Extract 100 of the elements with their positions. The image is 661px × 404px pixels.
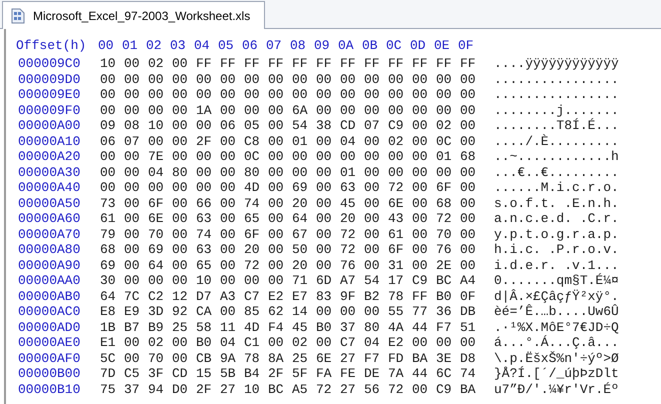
hex-byte: 50 bbox=[292, 242, 309, 258]
hex-byte: 00 bbox=[412, 196, 429, 211]
column-header: 00 bbox=[98, 38, 115, 52]
hex-byte: 2F bbox=[268, 366, 285, 382]
hex-byte: 00 bbox=[172, 87, 189, 102]
hex-byte: 00 bbox=[412, 242, 429, 258]
hex-byte: 00 bbox=[268, 335, 285, 350]
hex-byte: 00 bbox=[460, 87, 477, 102]
hex-byte: 00 bbox=[316, 102, 333, 118]
hex-byte: 69 bbox=[148, 242, 165, 258]
hex-byte: 00 bbox=[148, 273, 165, 288]
hex-byte: 74 bbox=[196, 226, 213, 242]
hex-byte: 00 bbox=[220, 304, 237, 320]
hex-byte: FF bbox=[196, 56, 213, 72]
hex-byte: FF bbox=[364, 56, 381, 72]
hex-byte: 94 bbox=[148, 382, 165, 397]
hex-byte: D8 bbox=[460, 350, 477, 366]
hex-byte: 00 bbox=[460, 102, 477, 118]
hex-byte: E9 bbox=[124, 304, 141, 320]
hex-byte: 00 bbox=[268, 102, 285, 118]
hex-byte: 00 bbox=[268, 72, 285, 87]
hex-byte: 00 bbox=[388, 102, 405, 118]
offset-label: 000009E0 bbox=[17, 87, 82, 102]
hex-byte: 00 bbox=[316, 304, 333, 320]
hex-byte: 00 bbox=[172, 226, 189, 242]
hex-byte: A5 bbox=[292, 382, 309, 397]
hex-byte: B9 bbox=[148, 320, 165, 335]
offset-label: 00000A90 bbox=[17, 258, 82, 273]
ascii-text: èé=’Ê.…b....Uw6Û bbox=[493, 304, 619, 320]
hex-byte: 00 bbox=[268, 164, 285, 180]
offset-label: 000009D0 bbox=[17, 72, 82, 87]
hex-byte: 00 bbox=[460, 196, 477, 211]
column-header: 02 bbox=[146, 38, 163, 52]
hex-byte: 04 bbox=[148, 164, 165, 180]
hex-byte: 10 bbox=[196, 273, 213, 288]
hex-byte: 00 bbox=[460, 211, 477, 226]
column-header: 0E bbox=[434, 38, 451, 52]
ascii-text: a.n.c.e.d. .C.r. bbox=[493, 211, 619, 226]
offset-label: 00000B00 bbox=[17, 366, 82, 382]
hex-byte: 00 bbox=[124, 350, 141, 366]
hex-byte: 80 bbox=[172, 164, 189, 180]
hex-byte: 6F bbox=[388, 242, 405, 258]
hex-byte: 00 bbox=[124, 196, 141, 211]
hex-byte: 00 bbox=[196, 87, 213, 102]
offset-label: 00000B10 bbox=[17, 382, 82, 397]
hex-byte: 27 bbox=[340, 382, 357, 397]
hex-byte: 00 bbox=[148, 72, 165, 87]
offset-label: 00000AF0 bbox=[17, 350, 82, 366]
hex-byte: DB bbox=[460, 304, 477, 320]
hex-byte: 00 bbox=[124, 335, 141, 350]
hex-byte: 04 bbox=[340, 134, 357, 149]
hex-byte: FF bbox=[244, 56, 261, 72]
hex-byte: 00 bbox=[148, 134, 165, 149]
ascii-text: ................ bbox=[493, 87, 619, 102]
hex-byte: 00 bbox=[412, 87, 429, 102]
hex-byte: 09 bbox=[100, 118, 117, 134]
hex-byte: 37 bbox=[340, 320, 357, 335]
hex-byte: 12 bbox=[172, 288, 189, 304]
hex-byte: 00 bbox=[196, 118, 213, 134]
hex-byte: 20 bbox=[292, 196, 309, 211]
hex-byte: 9F bbox=[340, 288, 357, 304]
hex-byte: 00 bbox=[148, 87, 165, 102]
hex-byte: 72 bbox=[388, 180, 405, 196]
file-tab[interactable]: Microsoft_Excel_97-2003_Worksheet.xls bbox=[2, 1, 266, 29]
offset-label: 00000A60 bbox=[17, 211, 82, 226]
hex-byte: 00 bbox=[220, 102, 237, 118]
hex-byte: 00 bbox=[268, 211, 285, 226]
hex-byte: 00 bbox=[172, 180, 189, 196]
hex-byte: 00 bbox=[340, 149, 357, 164]
hex-byte: 00 bbox=[388, 87, 405, 102]
column-header: 08 bbox=[290, 38, 307, 52]
hex-byte: 02 bbox=[148, 56, 165, 72]
offset-label: 00000A80 bbox=[17, 242, 82, 258]
hex-byte: 00 bbox=[100, 180, 117, 196]
hex-byte: A3 bbox=[220, 288, 237, 304]
hex-byte: E7 bbox=[292, 288, 309, 304]
hex-byte: F7 bbox=[364, 350, 381, 366]
hex-byte: 00 bbox=[172, 196, 189, 211]
hex-byte: 00 bbox=[388, 149, 405, 164]
hex-byte: 08 bbox=[124, 118, 141, 134]
hex-byte: C7 bbox=[244, 288, 261, 304]
hex-byte: 00 bbox=[220, 226, 237, 242]
hex-byte: 00 bbox=[172, 102, 189, 118]
hex-byte: 25 bbox=[292, 350, 309, 366]
ascii-text: y.p.t.o.g.r.a.p. bbox=[493, 226, 619, 242]
hex-byte: 51 bbox=[460, 320, 477, 335]
hex-byte: B7 bbox=[124, 320, 141, 335]
hex-byte: 00 bbox=[172, 242, 189, 258]
hex-byte: 02 bbox=[436, 118, 453, 134]
offset-label: 00000A30 bbox=[17, 164, 82, 180]
hex-byte: 05 bbox=[244, 118, 261, 134]
offset-label: 00000AB0 bbox=[17, 288, 82, 304]
hex-byte: 66 bbox=[196, 196, 213, 211]
hex-byte: 06 bbox=[220, 118, 237, 134]
hex-byte: 00 bbox=[460, 258, 477, 273]
hex-byte: 00 bbox=[412, 149, 429, 164]
offset-label: 00000A20 bbox=[17, 149, 82, 164]
hex-byte: 64 bbox=[148, 258, 165, 273]
hex-byte: 00 bbox=[412, 258, 429, 273]
hex-byte: 69 bbox=[292, 180, 309, 196]
